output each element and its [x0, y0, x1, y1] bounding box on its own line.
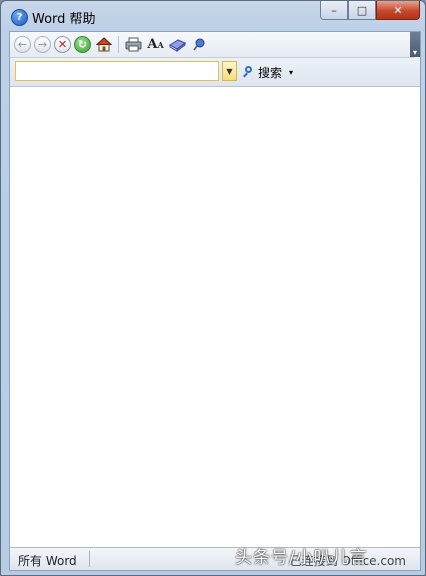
search-button[interactable]: 搜索 ▾ [242, 63, 293, 81]
window-title: Word 帮助 [32, 12, 96, 27]
toolbar-separator [118, 36, 119, 53]
font-size-glyph: A [147, 37, 158, 52]
connection-status[interactable]: 已连接到 Office.com [290, 552, 406, 569]
maximize-button[interactable]: □ [348, 1, 376, 20]
font-size-icon[interactable]: AA [146, 35, 165, 54]
help-window: ? Word 帮助 – □ ✕ ← → ✕ ↻ A A ▾ ▼ 搜索 ▾ 所有 … [0, 0, 426, 576]
search-button-label: 搜索 [258, 65, 283, 80]
help-toolbar: ← → ✕ ↻ AA [10, 32, 414, 58]
home-icon[interactable] [94, 35, 113, 54]
stop-icon[interactable]: ✕ [54, 36, 71, 53]
search-history-dropdown[interactable]: ▼ [222, 61, 237, 81]
search-bar: ▼ 搜索 ▾ [10, 58, 420, 87]
search-scope-status[interactable]: 所有 Word [18, 552, 77, 569]
refresh-icon[interactable]: ↻ [74, 36, 91, 53]
book-icon[interactable] [168, 35, 187, 54]
help-app-icon[interactable]: ? [11, 9, 28, 26]
title-bar[interactable]: ? Word 帮助 – □ ✕ [1, 1, 425, 31]
search-scope-arrow-icon[interactable]: ▾ [289, 68, 293, 77]
search-input[interactable] [15, 61, 219, 81]
pushpin-icon[interactable] [190, 35, 209, 54]
status-divider [89, 551, 90, 567]
forward-icon[interactable]: → [34, 36, 51, 53]
minimize-button[interactable]: – [320, 1, 348, 20]
print-icon[interactable] [124, 35, 143, 54]
help-pane: ← → ✕ ↻ AA ▾ ▼ 搜索 ▾ 所有 Word 已连接到 Office.… [9, 31, 421, 571]
search-icon [242, 65, 255, 79]
caption-buttons: – □ ✕ [320, 1, 420, 21]
status-bar: 所有 Word 已连接到 Office.com [10, 547, 420, 570]
back-icon[interactable]: ← [14, 36, 31, 53]
font-size-glyph-small: A [157, 39, 164, 50]
toolbar-overflow-button[interactable]: ▾ [410, 32, 420, 57]
help-content-area[interactable] [10, 87, 420, 546]
close-button[interactable]: ✕ [376, 1, 420, 20]
